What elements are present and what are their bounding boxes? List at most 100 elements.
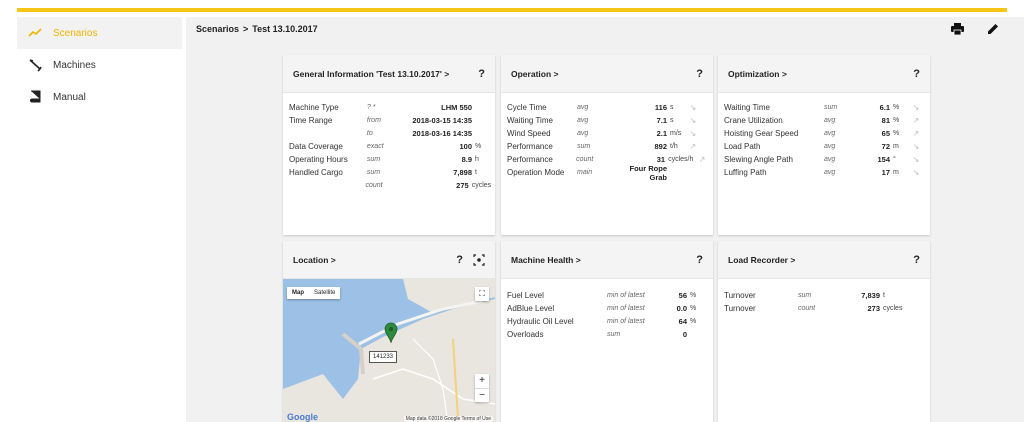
metric-aggregation: sum	[366, 169, 381, 176]
metric-row: AdBlue Level min of latest 0.0%	[507, 302, 707, 315]
metric-aggregation: avg	[577, 130, 589, 137]
metric-aggregation: sum	[607, 331, 621, 338]
breadcrumb: Scenarios > Test 13.10.2017	[196, 24, 318, 34]
metric-aggregation: sum	[366, 156, 381, 163]
metric-value: 6.1	[879, 103, 890, 112]
metric-label: Waiting Time	[507, 116, 553, 125]
trend-arrow-icon: ↘	[912, 155, 920, 164]
metric-aggregation: avg	[824, 169, 836, 176]
card-header[interactable]: Location > ?	[283, 241, 495, 279]
metric-value: 64	[678, 317, 687, 326]
metric-unit: °	[893, 156, 896, 163]
metric-aggregation: to	[366, 130, 373, 137]
metric-label: Hydraulic Oil Level	[507, 317, 574, 326]
zoom-control: + −	[475, 374, 489, 402]
metric-aggregation: avg	[824, 156, 836, 163]
print-icon[interactable]	[950, 22, 964, 36]
map-tab[interactable]: Map	[287, 287, 309, 299]
metric-row: Fuel Level min of latest 56%	[507, 289, 707, 302]
card-header[interactable]: Operation > ?	[501, 55, 713, 93]
card-load-recorder: Load Recorder > ? Turnover sum 7,839 t Turno…	[718, 241, 930, 422]
metric-row: Turnover sum 7,839 t	[724, 289, 924, 302]
card-optimization: Optimization > ? Waiting Time sum 6.1% ↘ Cra…	[718, 55, 930, 235]
map[interactable]: Map Satellite ⛶ 141233 + − Google Map da…	[283, 279, 495, 422]
help-icon[interactable]: ?	[913, 254, 920, 266]
top-actions	[950, 22, 1000, 36]
metric-aggregation: count	[798, 305, 816, 312]
metric-unit: t	[475, 169, 477, 176]
metric-value: 65	[881, 129, 890, 138]
map-attribution[interactable]: Map data ©2018 Google Terms of Use	[403, 416, 493, 422]
metric-aggregation: avg	[824, 130, 836, 137]
metric-aggregation: min of latest	[607, 292, 645, 299]
metric-aggregation: min of latest	[607, 305, 645, 312]
help-icon[interactable]: ?	[456, 254, 463, 266]
metric-label: Data Coverage	[289, 142, 343, 151]
sidebar-item-manual[interactable]: Manual	[17, 81, 182, 113]
breadcrumb-root[interactable]: Scenarios	[196, 24, 239, 34]
metric-value: 56	[678, 291, 687, 300]
metric-unit: cycles	[471, 182, 492, 189]
sidebar-item-machines[interactable]: Machines	[17, 49, 182, 81]
fullscreen-icon[interactable]: ⛶	[475, 287, 489, 301]
metric-value: 17	[881, 168, 890, 177]
help-icon[interactable]: ?	[478, 68, 485, 80]
metric-row: Hydraulic Oil Level min of latest 64%	[507, 315, 707, 328]
card-location: Location > ? Map Satellite ⛶ 141233 + −	[283, 241, 495, 422]
edit-icon[interactable]	[986, 22, 1000, 36]
metric-aggregation: ? *	[366, 104, 376, 111]
metric-aggregation: min of latest	[607, 318, 645, 325]
trend-arrow-icon: ↘	[912, 142, 920, 151]
metric-value: 7,839	[861, 291, 880, 300]
help-icon[interactable]: ?	[696, 254, 703, 266]
metric-value: 8.9	[461, 155, 472, 164]
metric-aggregation: sum	[824, 104, 838, 111]
metric-label: Slewing Angle Path	[724, 155, 793, 164]
metric-unit: m/s	[670, 130, 682, 137]
metric-aggregation: main	[577, 169, 593, 176]
card-header[interactable]: General Information 'Test 13.10.2017' > …	[283, 55, 495, 93]
metric-row: Luffing Path avg 17 m ↘	[724, 166, 924, 179]
metric-label: Performance	[507, 142, 553, 151]
trend-arrow-icon: ↘	[689, 103, 697, 112]
sidebar-item-scenarios[interactable]: Scenarios	[17, 17, 182, 49]
marker-label[interactable]: 141233	[369, 351, 398, 363]
metric-row: Performance sum 892 t/h ↗	[507, 140, 707, 153]
metric-unit: %	[475, 143, 482, 150]
metric-aggregation: avg	[577, 117, 589, 124]
metric-value: 275	[456, 181, 469, 190]
help-icon[interactable]: ?	[913, 68, 920, 80]
card-header[interactable]: Load Recorder > ?	[718, 241, 930, 279]
metric-value: 273	[867, 304, 880, 313]
metric-row: Slewing Angle Path avg 154 ° ↘	[724, 153, 924, 166]
metric-unit: cycles	[883, 305, 903, 312]
sidebar-item-label: Manual	[53, 91, 86, 103]
metric-unit: t/h	[670, 143, 678, 150]
metric-unit: h	[475, 156, 479, 163]
sidebar: Scenarios Machines Manual	[17, 17, 182, 113]
metric-unit: cycles/h	[668, 156, 694, 163]
help-icon[interactable]: ?	[696, 68, 703, 80]
metric-value: 7,898	[453, 168, 472, 177]
center-location-icon[interactable]	[473, 253, 485, 266]
metric-value: 2018-03-16 14:35	[412, 129, 472, 138]
metric-value: 100	[459, 142, 472, 151]
metric-unit: %	[690, 318, 697, 325]
card-header[interactable]: Machine Health > ?	[501, 241, 713, 279]
metric-aggregation: exact	[366, 143, 384, 150]
zoom-out-button[interactable]: −	[475, 388, 489, 402]
zoom-in-button[interactable]: +	[475, 374, 489, 388]
metric-aggregation: count	[576, 156, 594, 163]
metric-value: LHM 550	[441, 103, 472, 112]
card-title: Load Recorder >	[728, 254, 796, 265]
trend-arrow-icon: ↗	[689, 142, 697, 151]
metric-value: 0.0	[676, 304, 687, 313]
metric-row: Turnover count 273 cycles	[724, 302, 924, 315]
metric-unit: m	[893, 169, 899, 176]
card-header[interactable]: Optimization > ?	[718, 55, 930, 93]
metric-aggregation: count	[365, 182, 383, 189]
trending-up-icon	[27, 25, 43, 41]
satellite-tab[interactable]: Satellite	[309, 287, 340, 299]
metric-label: Handled Cargo	[289, 168, 343, 177]
metric-row: Crane Utilization avg 81% ↗	[724, 114, 924, 127]
